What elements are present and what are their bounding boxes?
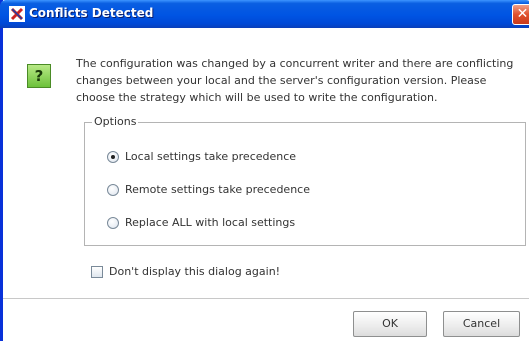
radio-button-icon[interactable] [107, 150, 119, 163]
app-icon [9, 6, 25, 22]
radio-button-icon[interactable] [107, 183, 119, 196]
radio-local-precedence[interactable]: Local settings take precedence [107, 150, 296, 163]
radio-replace-all[interactable]: Replace ALL with local settings [107, 216, 295, 229]
message-line: The configuration was changed by a concu… [76, 57, 514, 70]
message-line: choose the strategy which will be used t… [76, 91, 438, 104]
separator [3, 298, 529, 299]
checkbox-icon[interactable] [91, 265, 103, 278]
cancel-button[interactable]: Cancel [443, 311, 520, 337]
radio-label[interactable]: Local settings take precedence [125, 150, 296, 163]
title-bar[interactable]: Conflicts Detected ✕ [0, 0, 529, 28]
radio-label[interactable]: Remote settings take precedence [125, 183, 310, 196]
conflicts-dialog: Conflicts Detected ✕ ? The configuration… [0, 0, 529, 341]
help-icon: ? [27, 64, 51, 88]
ok-button[interactable]: OK [353, 311, 427, 337]
dont-display-checkbox[interactable]: Don't display this dialog again! [91, 265, 280, 278]
radio-button-icon[interactable] [107, 216, 119, 229]
conflict-message: The configuration was changed by a concu… [76, 55, 526, 106]
checkbox-label[interactable]: Don't display this dialog again! [109, 265, 280, 278]
options-legend: Options [92, 115, 139, 128]
close-button[interactable]: ✕ [512, 4, 529, 25]
close-icon: ✕ [516, 6, 529, 22]
radio-label[interactable]: Replace ALL with local settings [125, 216, 295, 229]
message-line: changes between your local and the serve… [76, 74, 487, 87]
radio-remote-precedence[interactable]: Remote settings take precedence [107, 183, 310, 196]
options-group: Options Local settings take precedence R… [84, 115, 526, 246]
window-title: Conflicts Detected [29, 6, 154, 20]
